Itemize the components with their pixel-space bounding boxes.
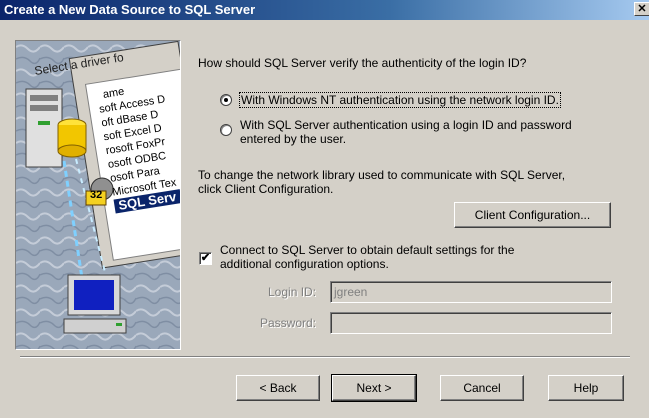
close-icon[interactable]: ✕ [634,2,649,16]
back-button[interactable]: < Back [236,375,320,401]
password-label: Password: [260,316,317,330]
netlib-text-line2: click Client Configuration. [198,182,334,196]
password-field[interactable] [330,312,612,334]
nt-auth-label[interactable]: With Windows NT authentication using the… [239,92,561,108]
radio-selected-dot [224,98,228,102]
connect-label-line2[interactable]: additional configuration options. [220,257,389,271]
connect-label-line1[interactable]: Connect to SQL Server to obtain default … [220,243,514,257]
connect-checkbox[interactable]: ✔ [199,252,212,265]
32bit-badge: 32 [90,189,103,201]
login-id-label: Login ID: [268,285,317,299]
sql-auth-label-line2[interactable]: entered by the user. [240,132,346,146]
title-bar: Create a New Data Source to SQL Server ✕ [0,0,649,20]
nt-auth-radio[interactable] [220,94,232,106]
client-configuration-button[interactable]: Client Configuration... [454,202,611,228]
cancel-button[interactable]: Cancel [440,375,524,401]
sql-auth-label-line1[interactable]: With SQL Server authentication using a l… [240,118,572,132]
netlib-text-line1: To change the network library used to co… [198,168,566,182]
window-title: Create a New Data Source to SQL Server [4,2,256,17]
auth-question: How should SQL Server verify the authent… [198,56,527,70]
help-button[interactable]: Help [548,375,624,401]
wizard-illustration: Select a driver fo ame soft Access D oft… [15,40,181,350]
divider [20,356,630,358]
next-button[interactable]: Next > [331,374,417,402]
sql-auth-radio[interactable] [220,124,232,136]
login-id-field[interactable]: jgreen [330,281,612,303]
